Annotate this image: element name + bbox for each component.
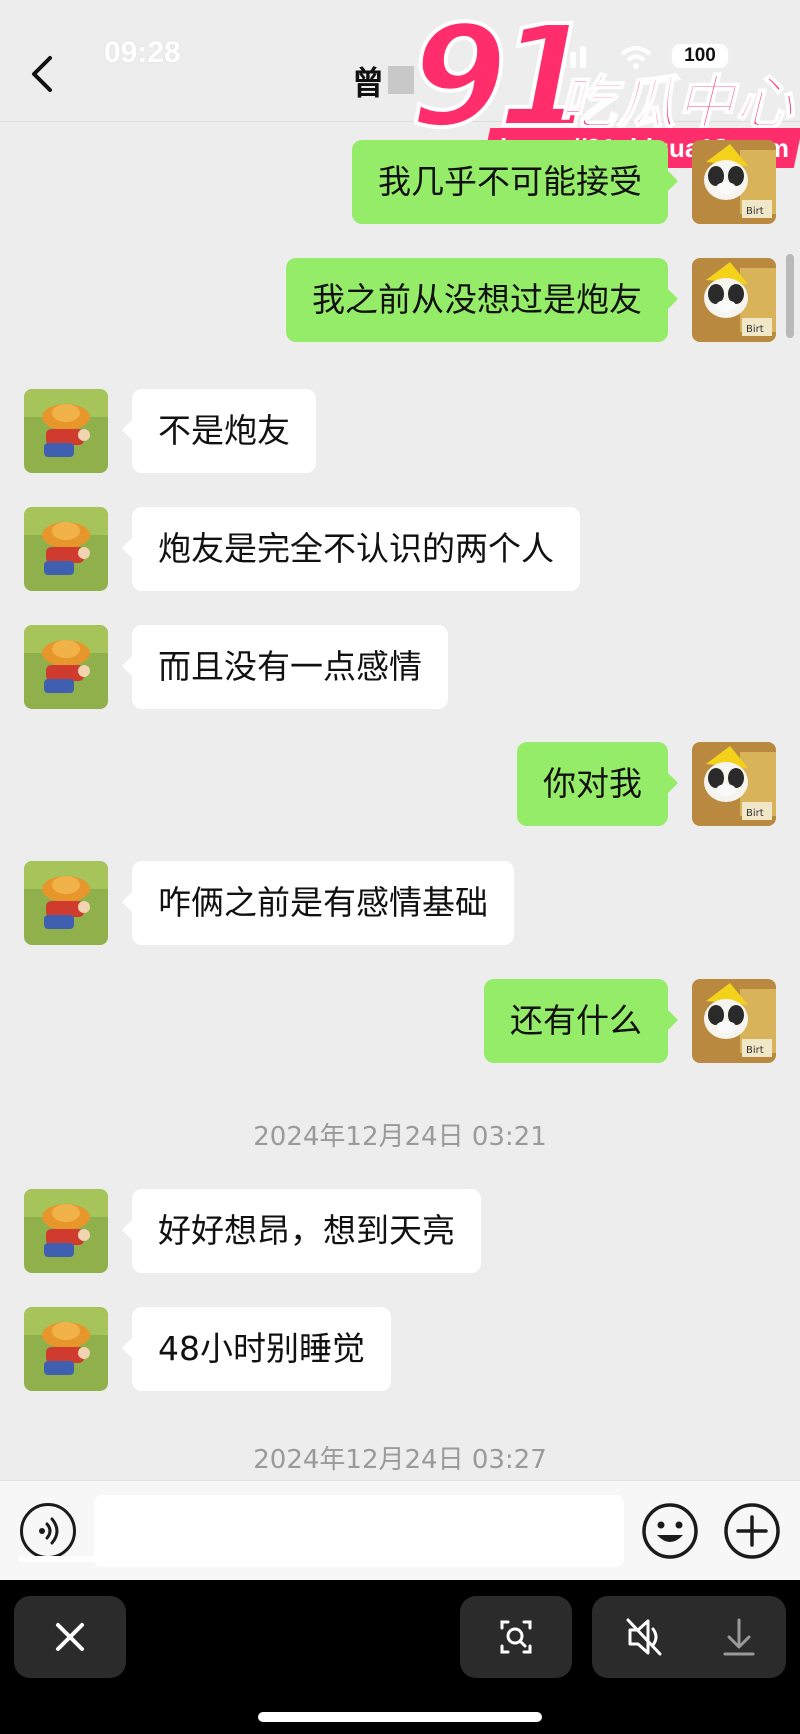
viewer-toolbar bbox=[0, 1580, 800, 1734]
received-message-bubble[interactable]: 而且没有一点感情 bbox=[122, 625, 448, 709]
scan-icon bbox=[500, 1620, 532, 1654]
received-message-bubble[interactable]: 不是炮友 bbox=[122, 389, 316, 473]
close-icon bbox=[56, 1623, 84, 1651]
sent-message-bubble[interactable]: 我之前从没想过是炮友 bbox=[286, 258, 678, 342]
contact-avatar[interactable] bbox=[24, 861, 108, 945]
message-row-left: 而且没有一点感情 bbox=[0, 625, 800, 709]
plus-icon[interactable] bbox=[722, 1501, 782, 1561]
message-row-left: 好好想昂，想到天亮 bbox=[0, 1189, 800, 1273]
video-progress[interactable] bbox=[18, 1556, 358, 1562]
my-avatar[interactable]: Birt bbox=[692, 258, 776, 342]
status-time: 09:28 bbox=[104, 36, 181, 69]
my-avatar[interactable]: Birt bbox=[692, 979, 776, 1063]
close-button[interactable] bbox=[14, 1596, 126, 1678]
input-bar bbox=[0, 1480, 800, 1580]
received-message-bubble[interactable]: 炮友是完全不认识的两个人 bbox=[122, 507, 580, 591]
message-row-right: Birt 我几乎不可能接受 bbox=[0, 140, 800, 224]
sent-message-bubble[interactable]: 我几乎不可能接受 bbox=[352, 140, 678, 224]
chevron-left-icon[interactable] bbox=[26, 54, 62, 94]
message-row-left: 咋俩之前是有感情基础 bbox=[0, 861, 800, 945]
svg-text:Birt: Birt bbox=[746, 1045, 764, 1056]
download-icon[interactable] bbox=[692, 1596, 786, 1678]
message-row-left: 不是炮友 bbox=[0, 389, 800, 473]
contact-name[interactable]: 曾 bbox=[352, 58, 384, 104]
voice-icon[interactable] bbox=[20, 1503, 76, 1559]
contact-avatar[interactable] bbox=[24, 1189, 108, 1273]
my-avatar[interactable]: Birt bbox=[692, 140, 776, 224]
speaker-muted-icon[interactable] bbox=[592, 1596, 692, 1678]
media-controls bbox=[592, 1596, 786, 1678]
svg-text:Birt: Birt bbox=[746, 206, 764, 217]
message-row-right: Birt 你对我 bbox=[0, 742, 800, 826]
message-row-left: 炮友是完全不认识的两个人 bbox=[0, 507, 800, 591]
contact-avatar[interactable] bbox=[24, 507, 108, 591]
scan-button[interactable] bbox=[460, 1596, 572, 1678]
contact-avatar[interactable] bbox=[24, 389, 108, 473]
message-row-right: Birt 我之前从没想过是炮友 bbox=[0, 258, 800, 342]
my-avatar[interactable]: Birt bbox=[692, 742, 776, 826]
timestamp: 2024年12月24日 03:27 bbox=[253, 1445, 547, 1475]
chat-area[interactable]: Birt 我几乎不可能接受 Birt 我之前从没想过是炮友不是炮友炮友是完全不认识的两… bbox=[0, 122, 800, 1480]
home-indicator[interactable] bbox=[258, 1712, 542, 1722]
contact-avatar[interactable] bbox=[24, 1307, 108, 1391]
received-message-bubble[interactable]: 好好想昂，想到天亮 bbox=[122, 1189, 481, 1273]
received-message-bubble[interactable]: 48小时别睡觉 bbox=[122, 1307, 391, 1391]
svg-text:Birt: Birt bbox=[746, 808, 764, 819]
smiley-icon[interactable] bbox=[640, 1501, 700, 1561]
sent-message-bubble[interactable]: 你对我 bbox=[517, 742, 678, 826]
received-message-bubble[interactable]: 咋俩之前是有感情基础 bbox=[122, 861, 514, 945]
timestamp: 2024年12月24日 03:21 bbox=[253, 1122, 547, 1152]
message-row-left: 48小时别睡觉 bbox=[0, 1307, 800, 1391]
message-row-right: Birt 还有什么 bbox=[0, 979, 800, 1063]
sent-message-bubble[interactable]: 还有什么 bbox=[484, 979, 678, 1063]
svg-text:Birt: Birt bbox=[746, 324, 764, 335]
contact-avatar[interactable] bbox=[24, 625, 108, 709]
